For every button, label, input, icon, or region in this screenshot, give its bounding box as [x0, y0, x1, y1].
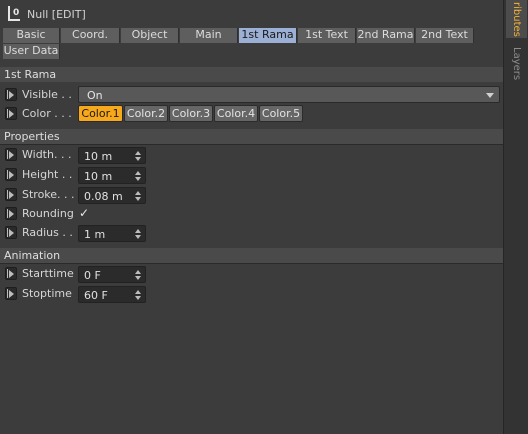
color-4-button[interactable]: Color.4	[214, 105, 258, 122]
color-2-button[interactable]: Color.2	[124, 105, 168, 122]
height-value: 10 m	[84, 170, 113, 183]
row-stroke: Stroke. . . 0.08 m	[0, 186, 503, 204]
tab-1st-text[interactable]: 1st Text	[298, 28, 356, 43]
visible-dropdown[interactable]: On	[78, 86, 500, 103]
spinner-icon[interactable]	[135, 289, 141, 301]
width-value: 10 m	[84, 150, 113, 163]
radius-label: Radius . .	[22, 226, 73, 239]
row-starttime: Starttime 0 F	[0, 265, 503, 283]
tab-1st-rama[interactable]: 1st Rama	[239, 28, 297, 43]
stroke-field[interactable]: 0.08 m	[78, 187, 146, 204]
section-header-animation: Animation	[0, 248, 503, 263]
side-tab-bar: ributes Layers	[503, 0, 528, 434]
stoptime-label: Stoptime	[22, 287, 72, 300]
keyframe-icon[interactable]	[5, 168, 17, 181]
svg-text:0: 0	[13, 8, 19, 18]
row-visible: Visible . . On	[0, 86, 503, 104]
visible-label: Visible . .	[22, 88, 72, 101]
rounding-checkbox[interactable]: ✓	[79, 206, 89, 220]
tab-coord[interactable]: Coord.	[61, 28, 120, 43]
divider	[0, 144, 503, 145]
starttime-value: 0 F	[84, 269, 101, 282]
row-width: Width. . . 10 m	[0, 146, 503, 164]
keyframe-icon[interactable]	[5, 207, 17, 220]
row-radius: Radius . . 1 m	[0, 224, 503, 242]
spinner-icon[interactable]	[135, 190, 141, 202]
stoptime-value: 60 F	[84, 289, 108, 302]
row-stoptime: Stoptime 60 F	[0, 285, 503, 303]
tab-2nd-text[interactable]: 2nd Text	[416, 28, 474, 43]
row-color: Color . . . Color.1 Color.2 Color.3 Colo…	[0, 105, 503, 123]
starttime-label: Starttime	[22, 267, 74, 280]
tab-object[interactable]: Object	[121, 28, 179, 43]
radius-field[interactable]: 1 m	[78, 225, 146, 242]
keyframe-icon[interactable]	[5, 267, 17, 280]
tab-user-data[interactable]: User Data	[3, 44, 60, 59]
section-header-properties: Properties	[0, 129, 503, 144]
tab-main[interactable]: Main	[180, 28, 238, 43]
rounding-label: Rounding	[22, 207, 74, 220]
side-tab-layers[interactable]: Layers	[506, 45, 527, 83]
spinner-icon[interactable]	[135, 228, 141, 240]
stroke-value: 0.08 m	[84, 190, 123, 203]
chevron-down-icon	[486, 93, 494, 98]
side-tab-attributes[interactable]: ributes	[506, 0, 527, 38]
tab-2nd-rama[interactable]: 2nd Rama	[357, 28, 415, 43]
spinner-icon[interactable]	[135, 150, 141, 162]
visible-value: On	[87, 89, 103, 102]
stoptime-field[interactable]: 60 F	[78, 286, 146, 303]
color-5-button[interactable]: Color.5	[259, 105, 303, 122]
null-object-icon: 0	[8, 6, 20, 21]
radius-value: 1 m	[84, 228, 106, 241]
tab-basic[interactable]: Basic	[3, 28, 60, 43]
color-label: Color . . .	[22, 107, 72, 120]
row-rounding: Rounding ✓	[0, 205, 503, 223]
color-1-button[interactable]: Color.1	[78, 105, 123, 122]
object-title: Null [EDIT]	[27, 8, 86, 21]
spinner-icon[interactable]	[135, 170, 141, 182]
title-bar: 0 Null [EDIT]	[0, 0, 503, 27]
keyframe-icon[interactable]	[5, 188, 17, 201]
height-label: Height . .	[22, 168, 73, 181]
row-height: Height . . 10 m	[0, 166, 503, 184]
starttime-field[interactable]: 0 F	[78, 266, 146, 283]
keyframe-icon[interactable]	[5, 107, 17, 120]
keyframe-icon[interactable]	[5, 287, 17, 300]
keyframe-icon[interactable]	[5, 88, 17, 101]
stroke-label: Stroke. . .	[22, 188, 75, 201]
width-field[interactable]: 10 m	[78, 147, 146, 164]
height-field[interactable]: 10 m	[78, 167, 146, 184]
spinner-icon[interactable]	[135, 269, 141, 281]
keyframe-icon[interactable]	[5, 226, 17, 239]
section-header-rama: 1st Rama	[0, 67, 503, 82]
divider	[0, 263, 503, 264]
width-label: Width. . .	[22, 148, 72, 161]
keyframe-icon[interactable]	[5, 148, 17, 161]
color-3-button[interactable]: Color.3	[169, 105, 213, 122]
attribute-manager: 0 Null [EDIT] Basic Coord. Object Main 1…	[0, 0, 503, 434]
